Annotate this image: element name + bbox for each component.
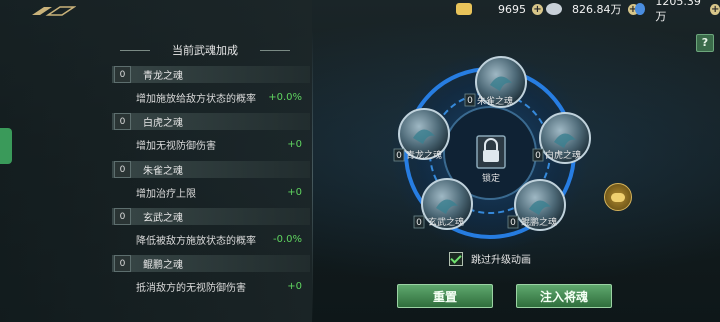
chat-bubble-icon (611, 192, 625, 202)
soul-level: 0 (510, 218, 516, 228)
checkbox-checked-icon[interactable] (449, 251, 463, 266)
soul-name: 朱雀之魂 (477, 95, 513, 107)
soul-name: 青龙之魂 (406, 149, 442, 161)
inject-soul-button[interactable]: 注入将魂 (516, 284, 612, 308)
skip-animation-toggle[interactable]: 跳过升级动画 (449, 251, 531, 266)
soul-level: 0 (467, 96, 473, 106)
soul-level: 0 (396, 151, 402, 161)
soul-level: 0 (416, 218, 422, 228)
soul-name: 玄武之魂 (428, 216, 464, 228)
reset-button[interactable]: 重置 (397, 284, 493, 308)
lock-label: 锁定 (482, 172, 500, 184)
soul-name: 白虎之魂 (545, 149, 581, 161)
soul-name: 鲲鹏之魂 (521, 216, 557, 228)
soul-level: 0 (535, 151, 541, 161)
soul-wheel: 锁定 0 朱雀之魂 0 白虎之魂 0 鲲鹏之魂 0 玄武之魂 0 青龙之魂 (390, 53, 591, 253)
skip-animation-label: 跳过升级动画 (471, 255, 531, 266)
chat-button[interactable] (604, 183, 632, 211)
